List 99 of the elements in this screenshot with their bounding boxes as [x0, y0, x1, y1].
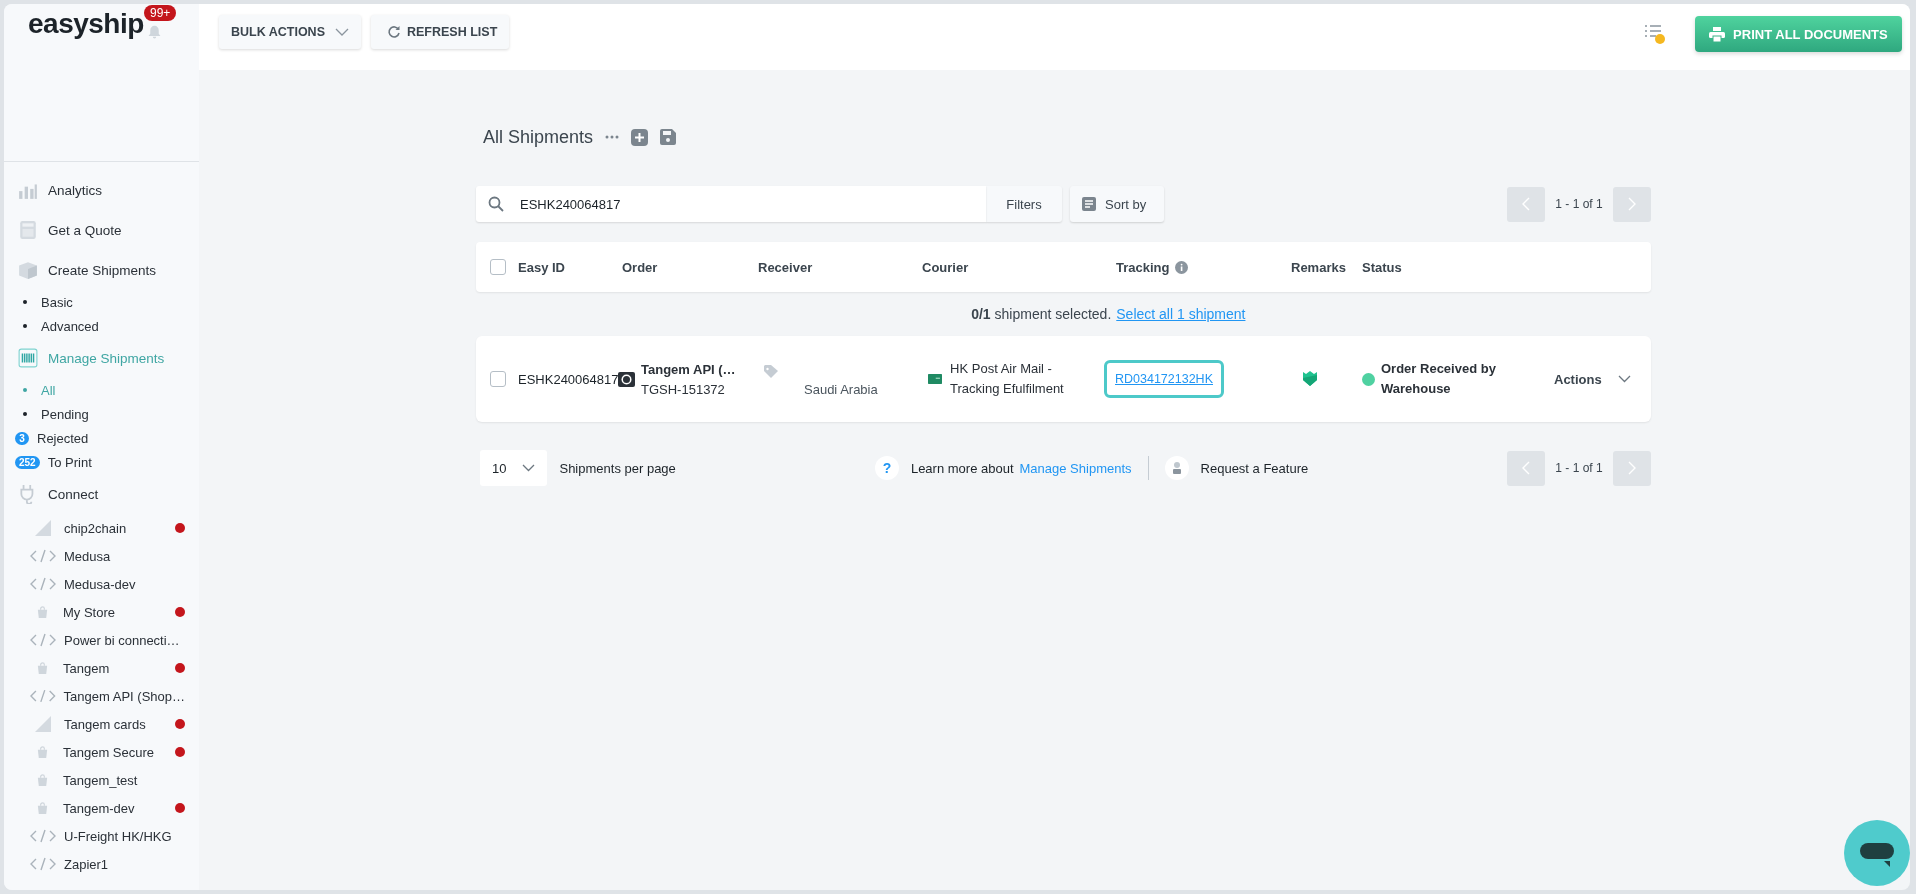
- nav-item[interactable]: Get a Quote: [4, 210, 199, 250]
- sort-button[interactable]: Sort by: [1070, 186, 1165, 222]
- dropdown-button[interactable]: BULK ACTIONS: [219, 15, 361, 49]
- page-range: 1 - 1 of 1: [1555, 461, 1603, 475]
- per-page-label: Shipments per page: [559, 460, 676, 476]
- store-logo-icon: [618, 371, 635, 387]
- shopping-bag-icon: [36, 745, 49, 759]
- store-item[interactable]: Tangem-dev: [4, 794, 199, 822]
- easy-id: ESHK240064817: [518, 371, 620, 387]
- shopping-bag-icon: [36, 773, 49, 787]
- store-item[interactable]: Tangem cards: [4, 710, 199, 738]
- store-item[interactable]: My Store: [4, 598, 199, 626]
- store-item[interactable]: Zapier1: [4, 850, 199, 878]
- count-badge: 252: [15, 455, 40, 469]
- count-badge: 3: [15, 431, 29, 445]
- order-id: TGSH-151372: [641, 381, 726, 397]
- courier-name: HK Post Air Mail - Tracking Efulfilment: [950, 360, 1065, 398]
- notification-badge: 99+: [144, 5, 177, 21]
- printer-icon: [1709, 26, 1726, 42]
- status-text: Order Received by Warehouse: [1381, 360, 1497, 398]
- column-header: Courier: [922, 259, 970, 275]
- list-icon: [1082, 197, 1096, 211]
- actions-dropdown[interactable]: Actions: [1548, 370, 1637, 388]
- code-icon: [30, 576, 56, 592]
- request-feature-link[interactable]: Request a Feature: [1200, 460, 1309, 476]
- chat-bubble-icon: [1859, 842, 1894, 869]
- search-field[interactable]: ESHK240064817: [476, 186, 986, 222]
- nav-item[interactable]: Analytics: [4, 170, 199, 210]
- next-page-button[interactable]: [1612, 450, 1651, 486]
- nav-subitem[interactable]: Pending: [4, 402, 199, 426]
- store-item[interactable]: Medusa: [4, 542, 199, 570]
- nav-subitem[interactable]: Basic: [4, 290, 199, 314]
- column-header: Status: [1362, 259, 1403, 275]
- selection-summary: 0/1 shipment selected.: [971, 306, 1112, 322]
- per-page-select[interactable]: 10: [480, 450, 548, 486]
- courier-logo-icon: [928, 372, 943, 386]
- search-icon: [488, 196, 504, 212]
- receiver-country: Saudi Arabia: [804, 382, 878, 397]
- column-header: Remarks: [1291, 259, 1347, 275]
- store-item[interactable]: Tangem Secure: [4, 738, 199, 766]
- page-title: All Shipments: [483, 126, 594, 148]
- store-item[interactable]: Tangem API (Shop…: [4, 682, 199, 710]
- store-item[interactable]: Power bi connecti…: [4, 626, 199, 654]
- store-item[interactable]: Tangem: [4, 654, 199, 682]
- save-icon[interactable]: [660, 129, 677, 145]
- more-icon[interactable]: [605, 135, 620, 139]
- nav-subitem[interactable]: 3 Rejected: [4, 426, 199, 450]
- tag-icon[interactable]: [764, 365, 779, 378]
- chevron-left-icon: [1522, 461, 1531, 475]
- user-avatar-icon: [1164, 456, 1189, 480]
- task-list-icon[interactable]: [1643, 22, 1668, 46]
- shopping-bag-icon: [36, 801, 49, 815]
- store-item[interactable]: Tangem_test: [4, 766, 199, 794]
- chevron-right-icon: [1627, 197, 1636, 211]
- learn-more-text: Learn more about: [910, 460, 1014, 476]
- box-icon: [18, 260, 38, 280]
- row-checkbox[interactable]: [490, 371, 506, 387]
- chevron-right-icon: [1627, 461, 1636, 475]
- calculator-icon: [18, 220, 38, 240]
- bullet-icon: [23, 300, 27, 304]
- store-item[interactable]: U-Freight HK/HKG: [4, 822, 199, 850]
- chevron-down-icon: [1617, 375, 1631, 383]
- code-icon: [30, 688, 56, 704]
- select-all-checkbox[interactable]: [490, 259, 506, 275]
- nav-item[interactable]: Create Shipments: [4, 250, 199, 290]
- previous-page-button[interactable]: [1507, 450, 1546, 486]
- shopping-bag-icon: [36, 661, 49, 675]
- nav-subitem[interactable]: 252 To Print: [4, 450, 199, 474]
- column-header: Receiver: [758, 259, 814, 275]
- code-icon: [30, 548, 56, 564]
- refresh-icon: [387, 25, 401, 39]
- bullet-icon: [23, 324, 27, 328]
- bullet-icon: [23, 412, 27, 416]
- nav-subitem[interactable]: Advanced: [4, 314, 199, 338]
- shield-icon: [1303, 369, 1317, 386]
- page-range: 1 - 1 of 1: [1555, 197, 1603, 211]
- code-icon: [30, 856, 56, 872]
- column-header: Tracking: [1116, 259, 1170, 275]
- shopping-bag-icon: [36, 605, 49, 619]
- refresh-button[interactable]: REFRESH LIST: [371, 15, 510, 49]
- nav-item[interactable]: Connect: [4, 474, 199, 514]
- filters-button[interactable]: Filters: [986, 186, 1062, 222]
- code-icon: [30, 828, 56, 844]
- add-icon[interactable]: [631, 128, 649, 146]
- chevron-down-icon: [522, 464, 536, 472]
- previous-page-button[interactable]: [1507, 186, 1546, 222]
- bullet-icon: [23, 388, 27, 392]
- chevron-down-icon: [335, 28, 349, 36]
- column-header: Order: [622, 259, 659, 275]
- code-icon: [30, 632, 56, 648]
- next-page-button[interactable]: [1612, 186, 1651, 222]
- store-item[interactable]: chip2chain: [4, 514, 199, 542]
- store-name: Tangem API (…: [641, 361, 736, 377]
- store-item[interactable]: Medusa-dev: [4, 570, 199, 598]
- column-header: Easy ID: [518, 259, 566, 275]
- barcode-icon: [18, 348, 38, 368]
- info-icon: [1175, 260, 1189, 274]
- easyship-logo: easyship: [28, 8, 144, 40]
- chevron-left-icon: [1522, 197, 1531, 211]
